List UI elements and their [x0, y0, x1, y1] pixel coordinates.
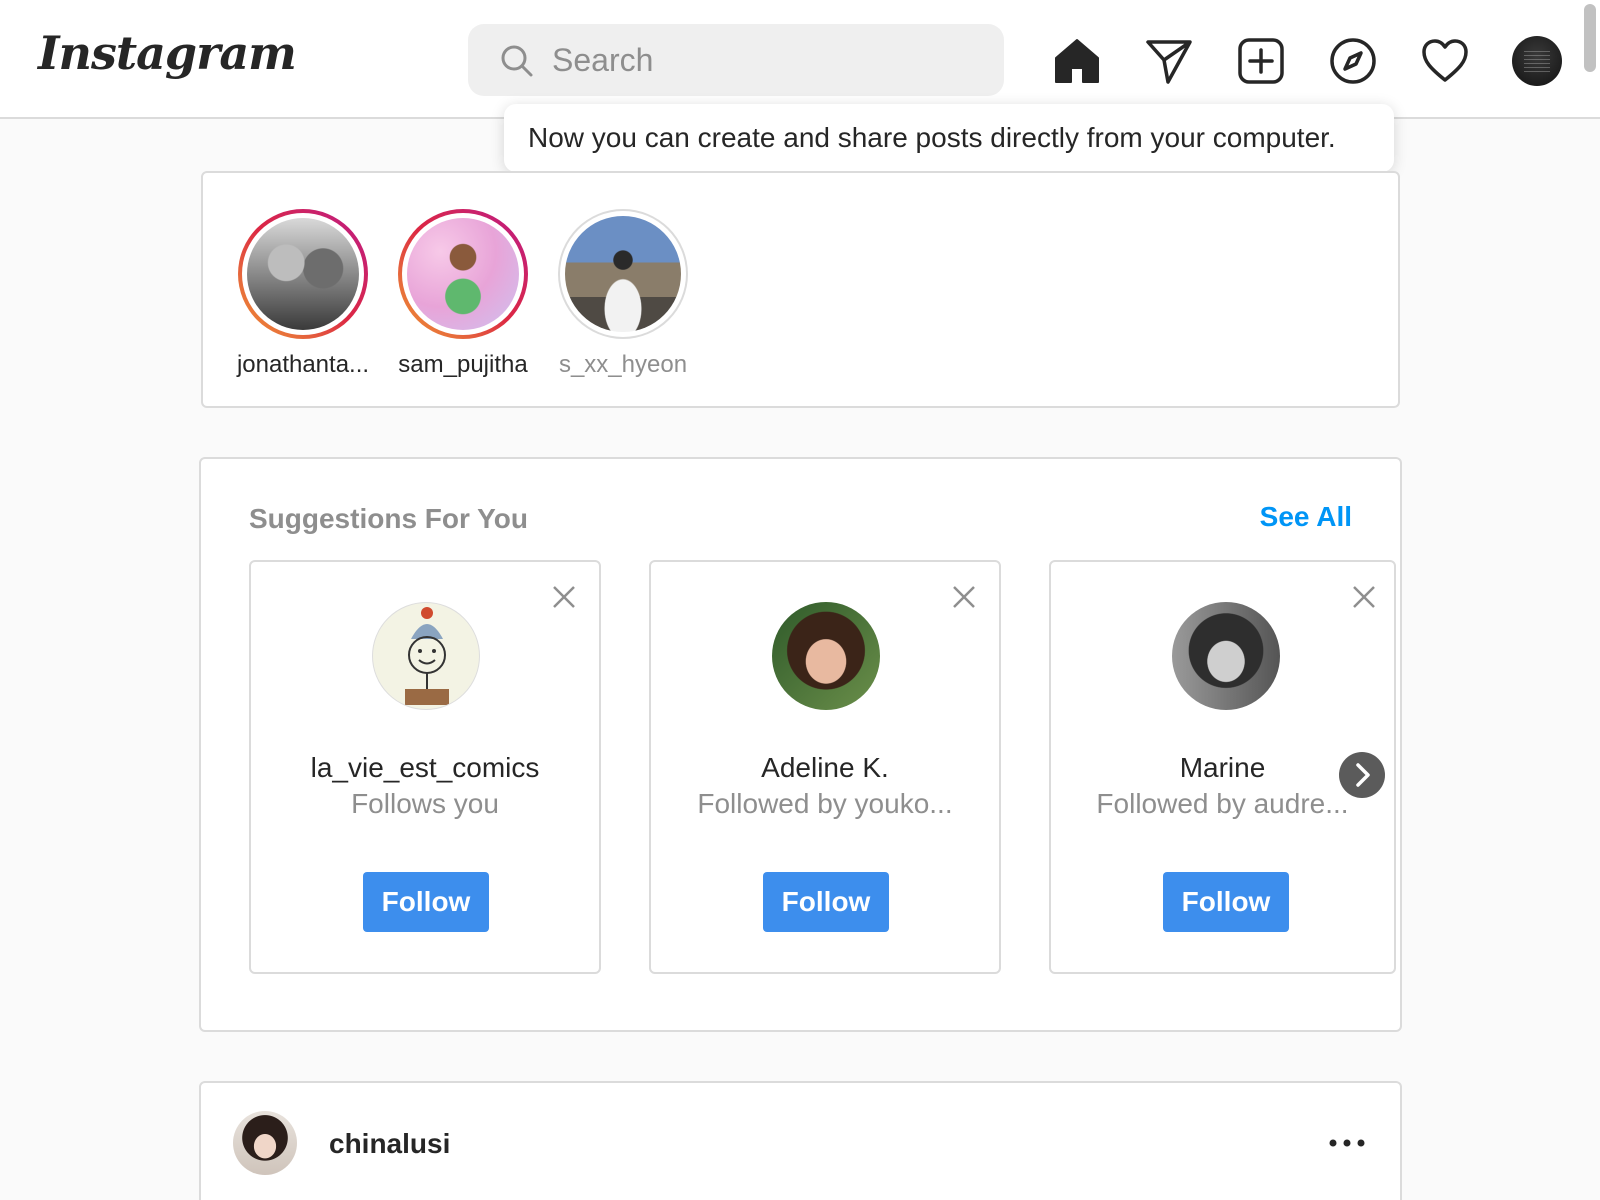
story-item[interactable]: jonathanta...: [223, 209, 383, 379]
story-item[interactable]: s_xx_hyeon: [543, 209, 703, 379]
scrollbar-thumb[interactable]: [1584, 4, 1596, 72]
story-item[interactable]: sam_pujitha: [383, 209, 543, 379]
feed-post: chinalusi: [199, 1081, 1402, 1200]
search-box[interactable]: [468, 24, 1004, 96]
post-username[interactable]: chinalusi: [329, 1128, 450, 1160]
search-icon: [501, 45, 533, 77]
suggestion-subtitle: Followed by youko...: [697, 788, 953, 819]
story-avatar: [565, 216, 681, 332]
top-navigation-bar: Instagram: [0, 0, 1600, 119]
close-icon[interactable]: [551, 584, 577, 610]
suggestion-name[interactable]: la_vie_est_comics: [251, 752, 599, 784]
follow-button[interactable]: Follow: [1163, 872, 1289, 932]
follow-button[interactable]: Follow: [363, 872, 489, 932]
search-input[interactable]: [552, 38, 972, 82]
suggestion-name[interactable]: Adeline K.: [651, 752, 999, 784]
explore-icon[interactable]: [1328, 36, 1378, 86]
story-ring: [398, 209, 528, 339]
follow-button[interactable]: Follow: [763, 872, 889, 932]
direct-message-icon[interactable]: [1144, 36, 1194, 86]
create-post-tooltip: Now you can create and share posts direc…: [504, 104, 1394, 172]
story-username: jonathanta...: [236, 351, 370, 378]
suggestions-panel: Suggestions For You See All la_vie_est_c…: [199, 457, 1402, 1032]
close-icon[interactable]: [951, 584, 977, 610]
chevron-right-icon[interactable]: [1339, 752, 1385, 798]
story-username: s_xx_hyeon: [558, 351, 688, 378]
post-author-avatar[interactable]: [233, 1111, 297, 1175]
suggestion-avatar[interactable]: [1172, 602, 1280, 710]
story-avatar: [247, 218, 359, 330]
activity-heart-icon[interactable]: [1420, 36, 1470, 86]
more-options-icon[interactable]: [1327, 1135, 1367, 1151]
suggestion-card: la_vie_est_comics Follows you Follow: [249, 560, 601, 974]
story-ring: [238, 209, 368, 339]
suggestion-avatar[interactable]: [772, 602, 880, 710]
story-username: sam_pujitha: [398, 351, 528, 378]
home-icon[interactable]: [1052, 36, 1102, 86]
story-avatar: [407, 218, 519, 330]
instagram-logo[interactable]: Instagram: [38, 26, 297, 80]
story-ring: [558, 209, 688, 339]
see-all-link[interactable]: See All: [1260, 501, 1352, 533]
suggestion-subtitle: Follows you: [351, 788, 499, 819]
suggestion-card: Adeline K. Followed by youko... Follow: [649, 560, 1001, 974]
close-icon[interactable]: [1351, 584, 1377, 610]
stories-tray: jonathanta... sam_pujitha s_xx_hyeon: [201, 171, 1400, 408]
new-post-icon[interactable]: [1236, 36, 1286, 86]
profile-avatar[interactable]: [1512, 36, 1562, 86]
suggestions-title: Suggestions For You: [249, 503, 528, 534]
suggestion-avatar[interactable]: [372, 602, 480, 710]
